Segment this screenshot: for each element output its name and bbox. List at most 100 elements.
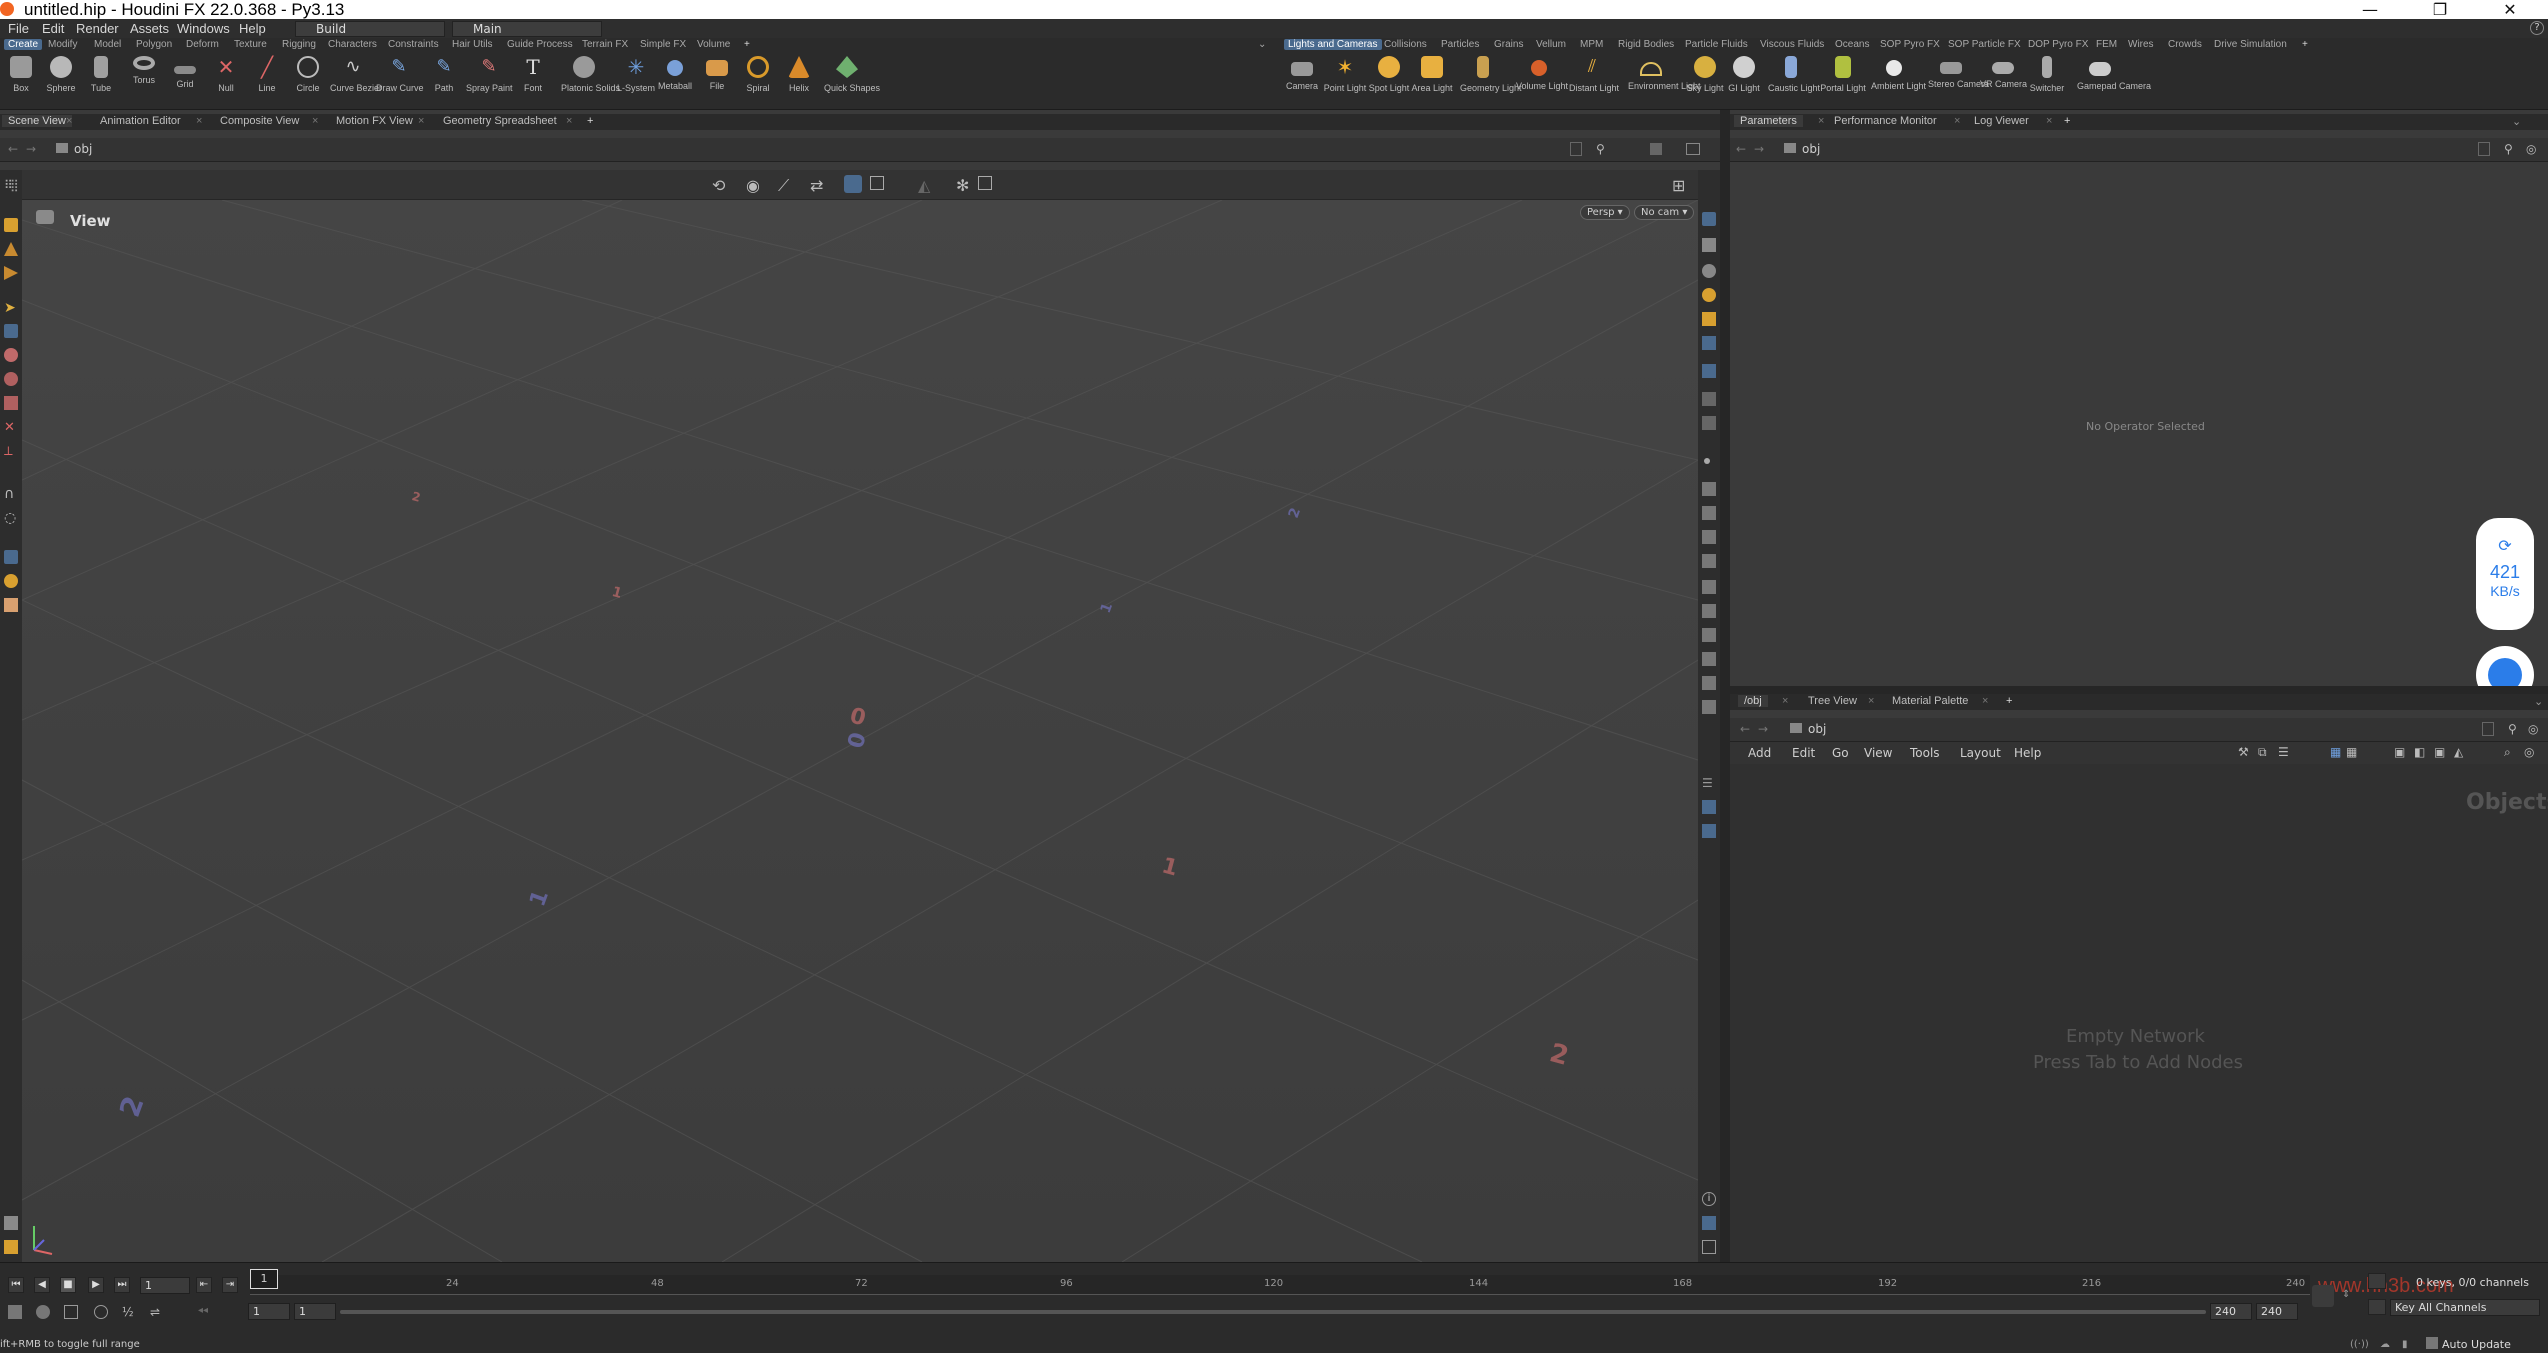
target-icon[interactable]: ◎ <box>2528 722 2538 736</box>
tool-circle[interactable]: Circle <box>285 56 331 93</box>
menu-edit[interactable]: Edit <box>42 21 64 36</box>
close-tab-icon[interactable]: × <box>196 115 202 127</box>
add-tab-icon[interactable]: + <box>2006 695 2012 707</box>
tool-stereo-camera[interactable]: Stereo Camera <box>1928 56 1989 89</box>
fit-view-icon[interactable] <box>1702 1240 1716 1254</box>
tab-log-viewer[interactable]: Log Viewer <box>1974 115 2029 127</box>
back-arrow-icon[interactable]: ← <box>1740 722 1750 736</box>
refresh-icon[interactable] <box>2368 1273 2386 1289</box>
shelf-tab-simple-fx[interactable]: Simple FX <box>640 39 686 50</box>
scene-viewport[interactable]: View Persp ▾ No cam ▾ 0 0 1 1 2 2 1 1 2 … <box>22 200 1698 1262</box>
shelf-tab-terrain-fx[interactable]: Terrain FX <box>582 39 628 50</box>
tool-caustic-light[interactable]: Caustic Light <box>1768 56 1820 93</box>
timeline-ruler[interactable]: 1 24 48 72 96 120 144 168 192 216 240 <box>250 1269 2310 1295</box>
object-icon[interactable] <box>1702 800 1716 814</box>
lighting-icon[interactable] <box>1702 288 1716 302</box>
background-icon[interactable] <box>1702 364 1716 378</box>
shelf-tab-grains[interactable]: Grains <box>1494 39 1523 50</box>
tool-curve-bezier[interactable]: ∿ Curve Bezier <box>330 56 382 93</box>
rotate-icon[interactable] <box>4 372 18 386</box>
headlight-icon[interactable] <box>1702 312 1716 326</box>
menu-render[interactable]: Render <box>76 21 119 36</box>
wireframe-icon[interactable] <box>1702 238 1716 252</box>
range-start-field[interactable]: 1 <box>248 1303 290 1320</box>
tool-spot-light[interactable]: Spot Light <box>1366 56 1412 93</box>
close-tab-icon[interactable]: × <box>2046 115 2052 127</box>
path-dropdown-icon[interactable] <box>2478 142 2490 156</box>
playback-end-field[interactable]: 240 <box>2210 1303 2252 1320</box>
menu-file[interactable]: File <box>8 21 29 36</box>
network-speed-widget[interactable]: ⟳ 421 KB/s <box>2476 518 2534 630</box>
tool-tube[interactable]: Tube <box>78 56 124 93</box>
tool-environment-light[interactable]: Environment Light <box>1628 56 1701 91</box>
tool-draw-curve[interactable]: ✎ Draw Curve <box>376 56 424 93</box>
pane-menu-icon[interactable]: ⌄ <box>2534 695 2543 708</box>
pin-icon[interactable]: ⚲ <box>2504 142 2513 156</box>
close-tab-icon[interactable]: × <box>1818 115 1824 127</box>
move-icon[interactable] <box>4 348 18 362</box>
shelf-tab-create[interactable]: Create <box>4 39 43 50</box>
jump-start-icon[interactable]: ⏮ <box>8 1277 24 1293</box>
hull-icon[interactable] <box>1702 580 1716 594</box>
transform-icon[interactable]: ⟂ <box>4 444 18 459</box>
uv-icon[interactable] <box>1702 554 1716 568</box>
tool-quick-shapes[interactable]: Quick Shapes <box>824 56 880 93</box>
step-back-icon[interactable]: ⇤ <box>196 1277 212 1293</box>
tool-null[interactable]: ✕ Null <box>203 56 249 93</box>
tool-camera[interactable]: Camera <box>1279 56 1325 91</box>
pane-divider[interactable] <box>1720 110 1730 1262</box>
shelf-tab-guide-process[interactable]: Guide Process <box>507 39 573 50</box>
focus-icon[interactable]: ◉ <box>746 176 760 195</box>
display-options-icon[interactable] <box>870 176 884 190</box>
add-shelf-tab-icon[interactable]: + <box>744 39 750 50</box>
tool-area-light[interactable]: Area Light <box>1409 56 1455 93</box>
play-reverse-icon[interactable]: ◀ <box>34 1277 50 1293</box>
table-view-icon[interactable]: ▦ <box>2346 745 2357 759</box>
update-mode-icon[interactable] <box>2426 1337 2438 1349</box>
tool-font[interactable]: T Font <box>510 56 556 93</box>
close-tab-icon[interactable]: × <box>1982 695 1988 707</box>
grid-dots-icon[interactable]: ⣿ <box>10 178 19 192</box>
tool-torus[interactable]: Torus <box>121 56 167 85</box>
tool-path[interactable]: ✎ Path <box>421 56 467 93</box>
tool-file[interactable]: File <box>694 56 740 91</box>
desktop-combo[interactable]: Build <box>295 21 445 37</box>
close-tab-icon[interactable]: × <box>1954 115 1960 127</box>
scale-icon[interactable] <box>4 396 18 410</box>
tool-spray-paint[interactable]: ✎ Spray Paint <box>466 56 513 93</box>
forward-arrow-icon[interactable]: → <box>1758 722 1768 736</box>
close-tab-icon[interactable]: × <box>1782 695 1788 707</box>
shapes-icon[interactable]: ⧉ <box>2258 745 2267 760</box>
tab-performance-monitor[interactable]: Performance Monitor <box>1834 115 1937 127</box>
path-dropdown-icon[interactable] <box>1570 142 1582 156</box>
params-path[interactable]: obj <box>1802 142 1820 156</box>
settings-icon[interactable]: ◎ <box>2524 745 2534 759</box>
tool-volume-light[interactable]: Volume Light <box>1516 56 1568 91</box>
footprint-icon[interactable] <box>1702 652 1716 666</box>
close-tab-icon[interactable]: × <box>312 115 318 127</box>
cook-icon[interactable]: ◭ <box>2454 745 2463 759</box>
menu-windows[interactable]: Windows <box>177 21 230 36</box>
tool-ambient-light[interactable]: Ambient Light <box>1871 56 1926 91</box>
prim-numbers-icon[interactable] <box>1702 506 1716 520</box>
camera-tool-icon[interactable] <box>4 1216 18 1230</box>
tool-spiral[interactable]: Spiral <box>735 56 781 93</box>
persp-dropdown[interactable]: Persp ▾ <box>1580 205 1630 220</box>
tool-vr-camera[interactable]: VR Camera <box>1980 56 2027 89</box>
fps-icon[interactable]: ½ <box>122 1305 134 1319</box>
tool-grid[interactable]: Grid <box>162 56 208 89</box>
loop-icon[interactable] <box>64 1305 78 1319</box>
spinner-icon[interactable]: ⇕ <box>2342 1289 2350 1300</box>
selection-icon[interactable] <box>1702 824 1716 838</box>
shelf-tab-oceans[interactable]: Oceans <box>1835 39 1869 50</box>
pane-splitter[interactable] <box>1730 686 2548 694</box>
net-menu-layout[interactable]: Layout <box>1960 746 2001 760</box>
net-menu-add[interactable]: Add <box>1748 746 1771 760</box>
background-image-icon[interactable]: ▣ <box>2394 745 2405 759</box>
quad-view-icon[interactable] <box>1702 1216 1716 1230</box>
camera-dropdown[interactable]: No cam ▾ <box>1634 205 1695 220</box>
shelf-tab-fem[interactable]: FEM <box>2096 39 2117 50</box>
shelf-tab-model[interactable]: Model <box>94 39 121 50</box>
shadow-icon[interactable] <box>1702 336 1716 350</box>
tool-line[interactable]: ╱ Line <box>244 56 290 93</box>
